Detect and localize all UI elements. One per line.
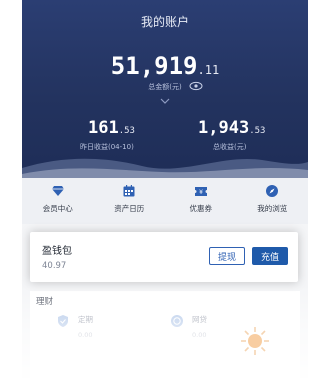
diamond-icon: [51, 186, 64, 196]
eye-icon[interactable]: [189, 81, 203, 91]
product-p2p-value: 0.00: [192, 331, 207, 339]
account-screen: 我的账户 51,919.11 总金额(元) 161.53 昨日收益(04-10)…: [22, 0, 308, 378]
chevron-down-icon[interactable]: [160, 97, 170, 105]
total-amount-decimal: .11: [197, 63, 220, 77]
quick-calendar-label: 资产日历: [114, 204, 145, 213]
shield-icon: [58, 315, 68, 327]
quick-coupon-label: 优惠券: [189, 204, 213, 213]
total-amount: 51,919.11: [22, 52, 308, 80]
quick-browse-label: 我的浏览: [257, 204, 288, 213]
quick-browse-history[interactable]: 我的浏览: [243, 178, 301, 214]
yesterday-income: 161.53: [88, 118, 135, 138]
page-title: 我的账户: [140, 15, 189, 29]
coin-icon: [171, 315, 183, 327]
product-p2p-name: 网贷: [192, 315, 207, 324]
quick-coupon[interactable]: ¥ 优惠券: [172, 178, 230, 214]
wallet-card[interactable]: 盈钱包 40.97 提现 充值: [30, 232, 298, 282]
svg-text:¥: ¥: [199, 189, 203, 196]
coupon-icon: ¥: [194, 187, 207, 196]
total-amount-integer: 51,919: [110, 52, 198, 80]
header-wave: [22, 158, 308, 180]
quick-asset-calendar[interactable]: 资产日历: [100, 178, 158, 214]
wallet-title: 盈钱包: [42, 246, 72, 257]
quick-member-label: 会员中心: [42, 204, 73, 213]
total-income: 1,943.53: [198, 118, 265, 138]
total-income-integer: 1,943: [198, 118, 250, 138]
total-amount-label: 总金额(元): [148, 83, 182, 91]
licai-title: 理财: [36, 297, 54, 307]
yesterday-income-decimal: .53: [118, 126, 135, 136]
quick-member-center[interactable]: 会员中心: [29, 178, 87, 214]
calendar-icon: [123, 185, 135, 197]
product-fixed-name: 定期: [78, 315, 93, 324]
sun-icon: [241, 327, 269, 355]
product-fixed-value: 0.00: [78, 331, 93, 339]
account-header: 我的账户 51,919.11 总金额(元) 161.53 昨日收益(04-10)…: [22, 0, 308, 180]
compass-icon: [266, 185, 279, 197]
wallet-amount: 40.97: [42, 261, 67, 271]
total-income-decimal: .53: [249, 126, 266, 136]
quick-actions: 会员中心 资产日历 ¥ 优惠券 我的浏览: [22, 178, 308, 224]
recharge-button[interactable]: 充值: [252, 247, 288, 265]
yesterday-income-integer: 161: [88, 118, 119, 138]
withdraw-button[interactable]: 提现: [209, 247, 245, 265]
